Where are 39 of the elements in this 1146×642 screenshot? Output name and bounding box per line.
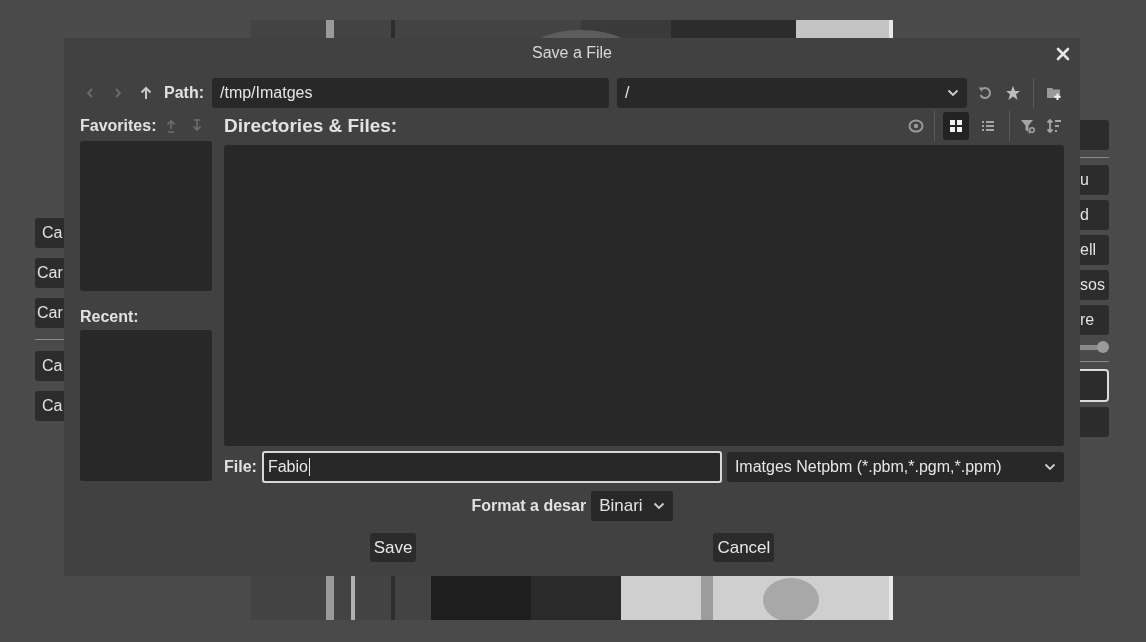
file-label: File: bbox=[224, 458, 257, 476]
file-name-field[interactable]: Fabio bbox=[261, 451, 722, 483]
background-button[interactable]: Ca bbox=[35, 391, 64, 421]
dialog-button[interactable]: Save bbox=[369, 533, 417, 562]
chevron-down-icon bbox=[1044, 463, 1056, 471]
eye-icon[interactable] bbox=[908, 118, 924, 134]
up-arrow-icon[interactable] bbox=[139, 86, 153, 100]
recent-label: Recent: bbox=[80, 307, 140, 327]
refresh-icon[interactable] bbox=[977, 85, 993, 101]
close-icon[interactable] bbox=[1056, 47, 1070, 61]
chevron-down-icon bbox=[652, 502, 665, 510]
background-button[interactable] bbox=[1078, 369, 1109, 402]
drive-dropdown[interactable]: / bbox=[617, 78, 967, 108]
path-label: Path: bbox=[164, 84, 204, 102]
favorites-label: Favorites: bbox=[80, 117, 157, 135]
background-button[interactable]: Car bbox=[35, 258, 64, 288]
chevron-down-icon bbox=[947, 89, 959, 97]
file-type-dropdown[interactable]: Imatges Netpbm (*.pbm,*.pgm,*.ppm) bbox=[726, 452, 1064, 482]
files-heading: Directories & Files: bbox=[224, 115, 398, 137]
background-button[interactable]: sos bbox=[1078, 270, 1109, 300]
background-button[interactable]: Ca bbox=[35, 351, 64, 381]
format-dropdown[interactable]: Binari bbox=[591, 491, 673, 521]
filter-icon[interactable] bbox=[1020, 118, 1036, 134]
dialog-button[interactable]: Cancel bbox=[713, 533, 775, 562]
grid-icon bbox=[949, 119, 963, 133]
background-button[interactable]: d bbox=[1078, 200, 1109, 230]
background-button[interactable]: ell bbox=[1078, 235, 1109, 265]
background-button[interactable]: re bbox=[1078, 305, 1109, 335]
background-button[interactable]: u bbox=[1078, 165, 1109, 195]
dialog-title: Save a File bbox=[531, 44, 612, 62]
format-label: Format a desar bbox=[471, 497, 587, 515]
star-icon[interactable] bbox=[1005, 85, 1021, 101]
grid-view-button[interactable] bbox=[943, 112, 969, 140]
background-button[interactable]: Car bbox=[35, 298, 64, 328]
background-button[interactable]: Ca bbox=[35, 218, 64, 248]
sort-icon[interactable] bbox=[1046, 118, 1062, 134]
list-icon bbox=[981, 119, 995, 133]
path-field[interactable]: /tmp/Imatges bbox=[212, 78, 609, 108]
new-folder-icon[interactable] bbox=[1046, 85, 1062, 101]
